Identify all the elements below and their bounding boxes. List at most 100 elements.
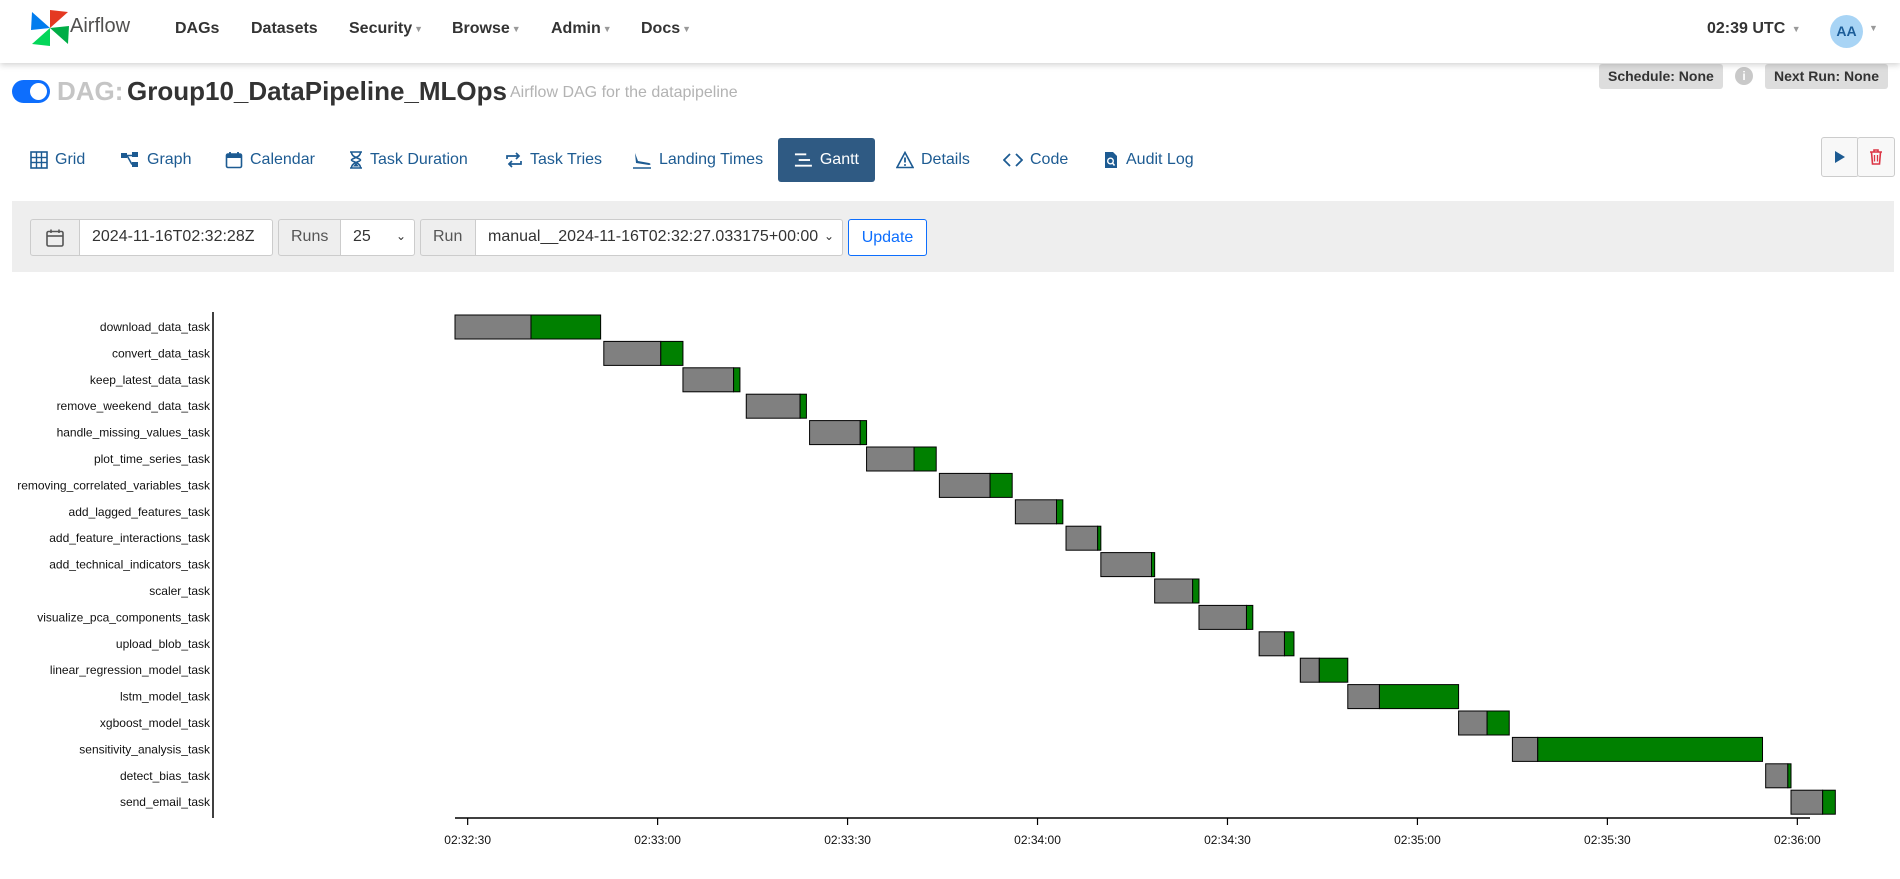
landing-icon — [633, 153, 651, 169]
task-bar-queued[interactable] — [682, 367, 735, 393]
tab-calendar[interactable]: Calendar — [213, 138, 327, 182]
task-label: add_feature_interactions_task — [49, 531, 211, 545]
tab-task-duration[interactable]: Task Duration — [337, 138, 480, 182]
nav-docs[interactable]: Docs ▼ — [641, 20, 691, 38]
tab-code[interactable]: Code — [991, 138, 1080, 182]
nav-security[interactable]: Security ▼ — [349, 20, 423, 38]
runs-select[interactable]: 25 ⌄ — [340, 219, 415, 256]
x-tick-label: 02:36:00 — [1774, 833, 1821, 847]
tab-landing-times[interactable]: Landing Times — [620, 138, 775, 182]
task-bar-queued[interactable] — [1299, 657, 1320, 683]
task-label: lstm_model_task — [120, 690, 211, 704]
task-labels: download_data_task convert_data_task keep_… — [17, 320, 211, 809]
task-bar-queued[interactable] — [1790, 789, 1824, 815]
tab-task-tries-label: Task Tries — [530, 151, 603, 168]
airflow-logo-icon[interactable] — [28, 6, 72, 50]
task-bar-queued[interactable] — [1014, 499, 1058, 525]
task-bar-success[interactable] — [530, 314, 602, 340]
task-bar-queued[interactable] — [454, 314, 532, 340]
task-bar-queued[interactable] — [745, 393, 801, 419]
run-label: Run — [420, 219, 476, 256]
nav-browse[interactable]: Browse ▼ — [452, 20, 521, 38]
delete-dag-button[interactable] — [1857, 137, 1895, 177]
task-bar-success[interactable] — [859, 420, 868, 446]
task-bar-queued[interactable] — [1154, 578, 1194, 604]
task-label: detect_bias_task — [120, 769, 211, 783]
task-bar-success[interactable] — [1283, 631, 1295, 657]
x-tick-label: 02:35:00 — [1394, 833, 1441, 847]
nav-datasets[interactable]: Datasets — [251, 20, 318, 38]
graph-icon — [121, 152, 138, 167]
task-bar-success[interactable] — [1150, 552, 1156, 578]
task-bar-queued[interactable] — [1100, 552, 1152, 578]
gantt-chart: download_data_task convert_data_task keep_… — [17, 312, 1836, 847]
task-bar-queued[interactable] — [1347, 684, 1380, 710]
task-bar-success[interactable] — [1787, 763, 1792, 789]
task-bar-queued[interactable] — [1198, 604, 1247, 630]
tab-details[interactable]: Details — [884, 138, 982, 182]
task-bar-queued[interactable] — [866, 446, 915, 472]
user-avatar[interactable]: AA — [1830, 15, 1863, 48]
task-bar-queued[interactable] — [938, 472, 991, 498]
calendar-icon — [225, 152, 243, 169]
task-bar-success[interactable] — [1378, 684, 1460, 710]
task-bar-success[interactable] — [799, 393, 807, 419]
task-bar-success[interactable] — [1822, 789, 1836, 815]
task-bar-queued[interactable] — [1458, 710, 1488, 736]
trigger-dag-button[interactable] — [1821, 137, 1859, 177]
task-bar-queued[interactable] — [1065, 525, 1099, 551]
gantt-icon — [794, 153, 812, 167]
task-label: add_lagged_features_task — [69, 505, 211, 519]
task-label: upload_blob_task — [116, 637, 211, 651]
warning-icon — [896, 151, 914, 169]
task-bar-success[interactable] — [1318, 657, 1349, 683]
tab-grid[interactable]: Grid — [18, 138, 97, 182]
tab-graph[interactable]: Graph — [108, 138, 203, 182]
task-bar-success[interactable] — [733, 367, 741, 393]
x-tick-label: 02:33:00 — [634, 833, 681, 847]
tab-task-tries[interactable]: Task Tries — [493, 138, 614, 182]
task-bar-success[interactable] — [1097, 525, 1102, 551]
task-bar-success[interactable] — [989, 472, 1013, 498]
nav-admin[interactable]: Admin ▼ — [551, 20, 612, 38]
task-bar-success[interactable] — [660, 340, 684, 366]
task-bar-queued[interactable] — [1511, 736, 1539, 762]
nav-dags[interactable]: DAGs — [175, 20, 219, 38]
brand-name[interactable]: Airflow — [70, 15, 130, 38]
run-select[interactable]: manual__2024-11-16T02:32:27.033175+00:00… — [475, 219, 843, 256]
task-bar-success[interactable] — [1192, 578, 1200, 604]
chevron-down-icon: ▼ — [1869, 23, 1878, 33]
dag-pause-toggle[interactable] — [12, 80, 50, 103]
base-date-input[interactable]: 2024-11-16T02:32:28Z — [79, 219, 273, 256]
task-label: sensitivity_analysis_task — [79, 742, 211, 756]
chevron-down-icon: ▼ — [682, 23, 692, 34]
x-tick-label: 02:33:30 — [824, 833, 871, 847]
task-bar-queued[interactable] — [1765, 763, 1789, 789]
task-bar-success[interactable] — [1245, 604, 1254, 630]
utc-clock[interactable]: 02:39 UTC ▼ — [1707, 20, 1801, 38]
tab-gantt[interactable]: Gantt — [778, 138, 875, 182]
tab-graph-label: Graph — [147, 151, 192, 168]
dag-description: Airflow DAG for the datapipeline — [510, 84, 738, 101]
tab-audit-log[interactable]: Audit Log — [1091, 138, 1206, 182]
chevron-down-icon: ▼ — [1791, 23, 1801, 34]
task-label: send_email_task — [120, 795, 211, 809]
task-bar-queued[interactable] — [1258, 631, 1285, 657]
update-button[interactable]: Update — [848, 219, 927, 256]
task-bar-success[interactable] — [1056, 499, 1064, 525]
x-tick-label: 02:35:30 — [1584, 833, 1631, 847]
tab-calendar-label: Calendar — [250, 151, 315, 168]
run-select-value: manual__2024-11-16T02:32:27.033175+00:00 — [488, 228, 819, 245]
runs-select-value: 25 — [353, 228, 371, 245]
task-bar-success[interactable] — [1537, 736, 1764, 762]
task-bar-queued[interactable] — [603, 340, 662, 366]
task-label: download_data_task — [100, 320, 211, 334]
task-bar-success[interactable] — [913, 446, 937, 472]
date-picker-button[interactable] — [30, 219, 80, 256]
chevron-down-icon: ▼ — [511, 23, 521, 34]
task-bar-success[interactable] — [1486, 710, 1510, 736]
task-bar-queued[interactable] — [809, 420, 861, 446]
tab-gantt-label: Gantt — [819, 151, 859, 168]
hourglass-icon — [350, 151, 362, 169]
info-icon[interactable]: i — [1735, 67, 1753, 85]
